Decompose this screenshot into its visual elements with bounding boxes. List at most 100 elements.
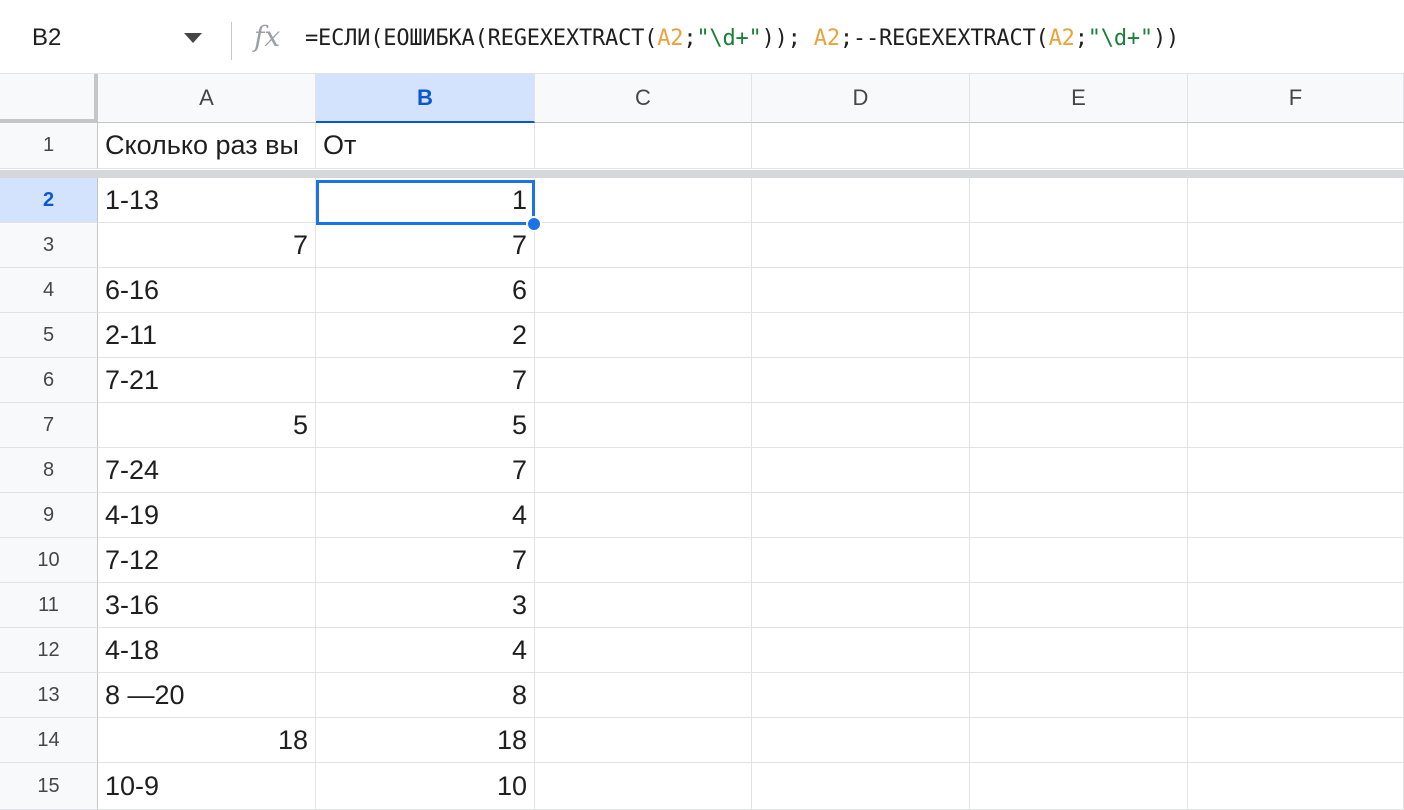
cell-a15[interactable]: 10-9 [98, 763, 316, 810]
cell-f3[interactable] [1188, 223, 1404, 268]
cell-e1[interactable] [970, 123, 1188, 169]
cell-f11[interactable] [1188, 583, 1404, 628]
cell-c6[interactable] [535, 358, 752, 403]
cell-c4[interactable] [535, 268, 752, 313]
cell-d11[interactable] [752, 583, 970, 628]
row-header-5[interactable]: 5 [0, 313, 98, 358]
cell-a1[interactable]: Сколько раз вы [98, 123, 316, 169]
row-header-14[interactable]: 14 [0, 718, 98, 763]
cell-f4[interactable] [1188, 268, 1404, 313]
cell-d1[interactable] [752, 123, 970, 169]
cell-d3[interactable] [752, 223, 970, 268]
cell-d4[interactable] [752, 268, 970, 313]
cell-f1[interactable] [1188, 123, 1404, 169]
row-header-15[interactable]: 15 [0, 763, 98, 810]
cell-e9[interactable] [970, 493, 1188, 538]
cell-a7[interactable]: 5 [98, 403, 316, 448]
column-header-b[interactable]: B [316, 74, 535, 123]
cell-d15[interactable] [752, 763, 970, 810]
row-header-12[interactable]: 12 [0, 628, 98, 673]
cell-f13[interactable] [1188, 673, 1404, 718]
select-all-corner[interactable] [0, 74, 98, 123]
row-header-4[interactable]: 4 [0, 268, 98, 313]
cell-a5[interactable]: 2-11 [98, 313, 316, 358]
row-header-13[interactable]: 13 [0, 673, 98, 718]
cell-e15[interactable] [970, 763, 1188, 810]
cell-b6[interactable]: 7 [316, 358, 535, 403]
row-header-8[interactable]: 8 [0, 448, 98, 493]
cell-c3[interactable] [535, 223, 752, 268]
frozen-row-divider[interactable] [0, 170, 1404, 178]
cell-f6[interactable] [1188, 358, 1404, 403]
cell-d7[interactable] [752, 403, 970, 448]
cell-d12[interactable] [752, 628, 970, 673]
cell-b12[interactable]: 4 [316, 628, 535, 673]
cell-e14[interactable] [970, 718, 1188, 763]
cell-c13[interactable] [535, 673, 752, 718]
cell-d14[interactable] [752, 718, 970, 763]
cell-a2[interactable]: 1-13 [98, 178, 316, 223]
cell-c7[interactable] [535, 403, 752, 448]
cell-e8[interactable] [970, 448, 1188, 493]
cell-e4[interactable] [970, 268, 1188, 313]
column-header-a[interactable]: A [98, 74, 316, 123]
row-header-10[interactable]: 10 [0, 538, 98, 583]
cell-b10[interactable]: 7 [316, 538, 535, 583]
cell-d13[interactable] [752, 673, 970, 718]
chevron-down-icon[interactable] [184, 33, 202, 43]
cell-e3[interactable] [970, 223, 1188, 268]
row-header-2[interactable]: 2 [0, 178, 98, 223]
cell-a11[interactable]: 3-16 [98, 583, 316, 628]
cell-b11[interactable]: 3 [316, 583, 535, 628]
cell-c15[interactable] [535, 763, 752, 810]
cell-c2[interactable] [535, 178, 752, 223]
cell-d6[interactable] [752, 358, 970, 403]
cell-a10[interactable]: 7-12 [98, 538, 316, 583]
cell-b8[interactable]: 7 [316, 448, 535, 493]
column-header-c[interactable]: C [535, 74, 752, 123]
cell-f5[interactable] [1188, 313, 1404, 358]
cell-a13[interactable]: 8 —20 [98, 673, 316, 718]
cell-c12[interactable] [535, 628, 752, 673]
row-header-7[interactable]: 7 [0, 403, 98, 448]
cell-d10[interactable] [752, 538, 970, 583]
cell-b15[interactable]: 10 [316, 763, 535, 810]
column-header-d[interactable]: D [752, 74, 970, 123]
cell-a6[interactable]: 7-21 [98, 358, 316, 403]
cell-e2[interactable] [970, 178, 1188, 223]
cell-e13[interactable] [970, 673, 1188, 718]
cell-e11[interactable] [970, 583, 1188, 628]
cell-d2[interactable] [752, 178, 970, 223]
cell-a9[interactable]: 4-19 [98, 493, 316, 538]
cell-a12[interactable]: 4-18 [98, 628, 316, 673]
cell-c8[interactable] [535, 448, 752, 493]
cell-f7[interactable] [1188, 403, 1404, 448]
row-header-1[interactable]: 1 [0, 123, 98, 169]
cell-b5[interactable]: 2 [316, 313, 535, 358]
cell-b1[interactable]: От [316, 123, 535, 169]
row-header-6[interactable]: 6 [0, 358, 98, 403]
cell-b7[interactable]: 5 [316, 403, 535, 448]
cell-d8[interactable] [752, 448, 970, 493]
cell-b2[interactable]: 1 [316, 178, 535, 223]
row-header-3[interactable]: 3 [0, 223, 98, 268]
cell-a3[interactable]: 7 [98, 223, 316, 268]
cell-b9[interactable]: 4 [316, 493, 535, 538]
cell-d5[interactable] [752, 313, 970, 358]
cell-b13[interactable]: 8 [316, 673, 535, 718]
formula-input[interactable]: =ЕСЛИ(ЕОШИБКА(REGEXEXTRACT(A2;"\d+")); A… [305, 26, 1179, 51]
cell-e12[interactable] [970, 628, 1188, 673]
column-header-e[interactable]: E [970, 74, 1188, 123]
cell-c5[interactable] [535, 313, 752, 358]
cell-e10[interactable] [970, 538, 1188, 583]
name-box[interactable]: B2 [0, 14, 230, 60]
name-box-value[interactable]: B2 [32, 24, 61, 52]
cell-f15[interactable] [1188, 763, 1404, 810]
cell-c10[interactable] [535, 538, 752, 583]
cell-f9[interactable] [1188, 493, 1404, 538]
cell-a14[interactable]: 18 [98, 718, 316, 763]
cell-e5[interactable] [970, 313, 1188, 358]
column-header-f[interactable]: F [1188, 74, 1404, 123]
row-header-11[interactable]: 11 [0, 583, 98, 628]
cell-d9[interactable] [752, 493, 970, 538]
